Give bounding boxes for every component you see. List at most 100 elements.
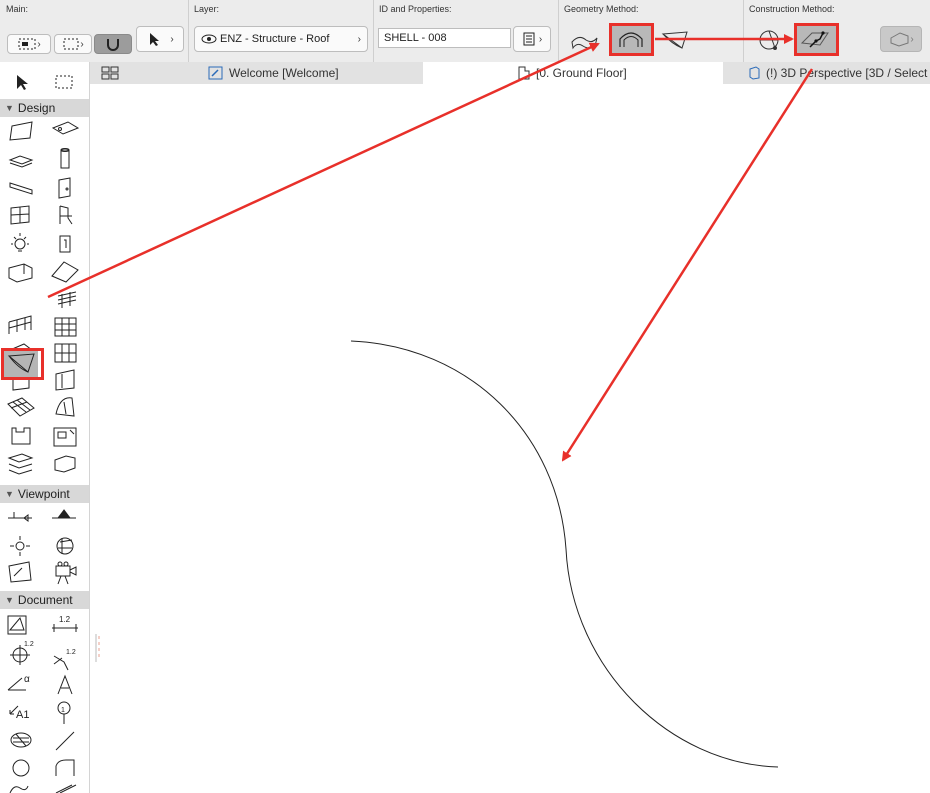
geometry-title: Geometry Method: <box>564 4 639 14</box>
elevation-tool[interactable] <box>50 506 78 530</box>
marker-tool[interactable] <box>50 698 78 722</box>
level-dimension-tool[interactable] <box>6 642 34 666</box>
shell-profile-curve[interactable] <box>350 340 779 768</box>
tab-welcome[interactable]: Welcome [Welcome] <box>190 62 422 84</box>
stacked-slab-tool-icon <box>7 453 34 475</box>
eye-icon <box>201 34 217 44</box>
chevron-right-icon: › <box>538 33 543 45</box>
geometry-group: Geometry Method: <box>558 0 744 62</box>
construction-default-button[interactable] <box>755 28 785 52</box>
door-tool-icon <box>58 177 71 199</box>
marquee-mode-button[interactable]: › <box>54 34 92 54</box>
triangle-down-icon: ▼ <box>5 489 14 499</box>
3d-view-icon <box>749 66 760 80</box>
main-group: Main: › › › <box>0 0 189 62</box>
mesh-surface-tool-icon <box>7 397 35 417</box>
selection-mode-button[interactable]: › <box>7 34 51 54</box>
id-group: ID and Properties: SHELL - 008 › <box>373 0 559 62</box>
layer-selector[interactable]: ENZ - Structure - Roof › <box>194 26 368 52</box>
tab-ground-floor-label: [0. Ground Floor] <box>536 66 627 80</box>
settings-button[interactable]: › <box>513 26 551 52</box>
box-shell-icon <box>890 32 909 47</box>
chevron-right-icon: › <box>357 33 361 45</box>
spline-tool-icon <box>55 784 77 793</box>
view-grid-button[interactable] <box>98 62 122 84</box>
magnet-icon <box>107 39 119 51</box>
arrow-tool[interactable] <box>8 70 36 94</box>
geometry-ruled-button[interactable] <box>660 28 690 52</box>
gravity-button[interactable] <box>94 34 132 54</box>
marquee-icon <box>63 38 79 50</box>
tab-3d-perspective-label: (!) 3D Perspective [3D / Select <box>766 66 928 80</box>
ruled-shell-icon <box>661 31 688 49</box>
line-tool[interactable] <box>50 726 78 750</box>
tab-bar: Welcome [Welcome] [0. Ground Floor] (!) … <box>90 62 930 85</box>
info-box: Main: › › › Layer: ENZ - Structure - Roo… <box>0 0 930 63</box>
morph-tool-icon <box>54 317 77 337</box>
section-tool[interactable] <box>8 506 36 530</box>
triangle-down-icon: ▼ <box>5 103 14 113</box>
column-tool-icon <box>60 148 70 169</box>
angle-dimension-tool[interactable] <box>6 670 34 694</box>
highlight-construction-contour <box>794 23 839 56</box>
opening-tool-icon <box>55 369 75 391</box>
marquee-tool[interactable] <box>50 70 78 94</box>
lamp-tool-icon <box>11 233 29 252</box>
chevron-right-icon: › <box>170 33 174 45</box>
polyline-tool-icon <box>9 785 29 793</box>
section-viewpoint-label: Viewpoint <box>17 487 70 501</box>
circle-tool[interactable] <box>6 754 34 778</box>
dimension-tool[interactable] <box>50 612 78 636</box>
document-icon <box>523 32 535 46</box>
chevron-right-icon: › <box>80 38 84 50</box>
section-viewpoint[interactable]: ▼ Viewpoint <box>0 485 89 503</box>
floor-plan-icon <box>518 66 530 80</box>
worksheet-tool[interactable] <box>50 534 78 558</box>
interior-elevation-tool[interactable] <box>6 534 34 558</box>
railing-tool-icon <box>57 291 77 308</box>
design-tools <box>4 121 80 475</box>
object-tool-icon <box>59 205 73 225</box>
mesh-tool-icon <box>8 315 32 334</box>
highlight-geometry-revolved <box>609 23 654 56</box>
roof-tool-icon <box>51 261 79 283</box>
toolbox: ▼ Design ▼ Viewpoint ▼ Document 1.2 1.2 … <box>0 62 90 793</box>
camera-tool[interactable] <box>50 562 78 586</box>
drawing-area <box>95 340 779 768</box>
detail-tool[interactable] <box>6 562 34 586</box>
change-tool[interactable] <box>6 612 34 636</box>
section-design[interactable]: ▼ Design <box>0 99 89 117</box>
zone-tool-icon <box>59 235 71 253</box>
geometry-extruded-button[interactable] <box>569 28 599 52</box>
beam-tool-icon <box>9 182 33 195</box>
stair-tool-icon <box>8 155 34 168</box>
wall-end-tool-icon <box>54 343 77 363</box>
construction-options-button[interactable]: › <box>880 26 922 52</box>
section-document-label: Document <box>17 593 73 607</box>
id-title: ID and Properties: <box>379 4 452 14</box>
selection-marquee-icon <box>18 38 36 50</box>
section-slab-tool-icon <box>54 455 76 473</box>
slab-tool-icon <box>51 121 80 135</box>
marquee-icon <box>55 75 73 89</box>
tab-ground-floor[interactable]: [0. Ground Floor] <box>423 62 723 84</box>
layer-title: Layer: <box>194 4 220 14</box>
radial-dimension-tool[interactable] <box>50 642 78 666</box>
library-object-tool-icon <box>11 427 31 445</box>
fill-tool[interactable] <box>6 726 34 750</box>
welcome-icon <box>208 66 223 80</box>
arc-tool[interactable] <box>50 754 78 778</box>
curved-shell-tool-icon <box>55 397 75 417</box>
tab-3d-perspective[interactable]: (!) 3D Perspective [3D / Select <box>747 62 930 84</box>
arrow-cursor-icon <box>150 33 160 46</box>
ruler-marker <box>95 634 100 662</box>
text-tool[interactable] <box>50 670 78 694</box>
triangle-down-icon: ▼ <box>5 595 14 605</box>
section-document[interactable]: ▼ Document <box>0 591 89 609</box>
arrow-cursor-icon <box>17 75 28 90</box>
sphere-construction-icon <box>759 30 779 50</box>
drawing-canvas[interactable] <box>90 84 930 793</box>
label-tool[interactable] <box>6 698 34 722</box>
id-field[interactable]: SHELL - 008 <box>378 28 511 48</box>
arrow-tool-button[interactable]: › <box>136 26 184 52</box>
